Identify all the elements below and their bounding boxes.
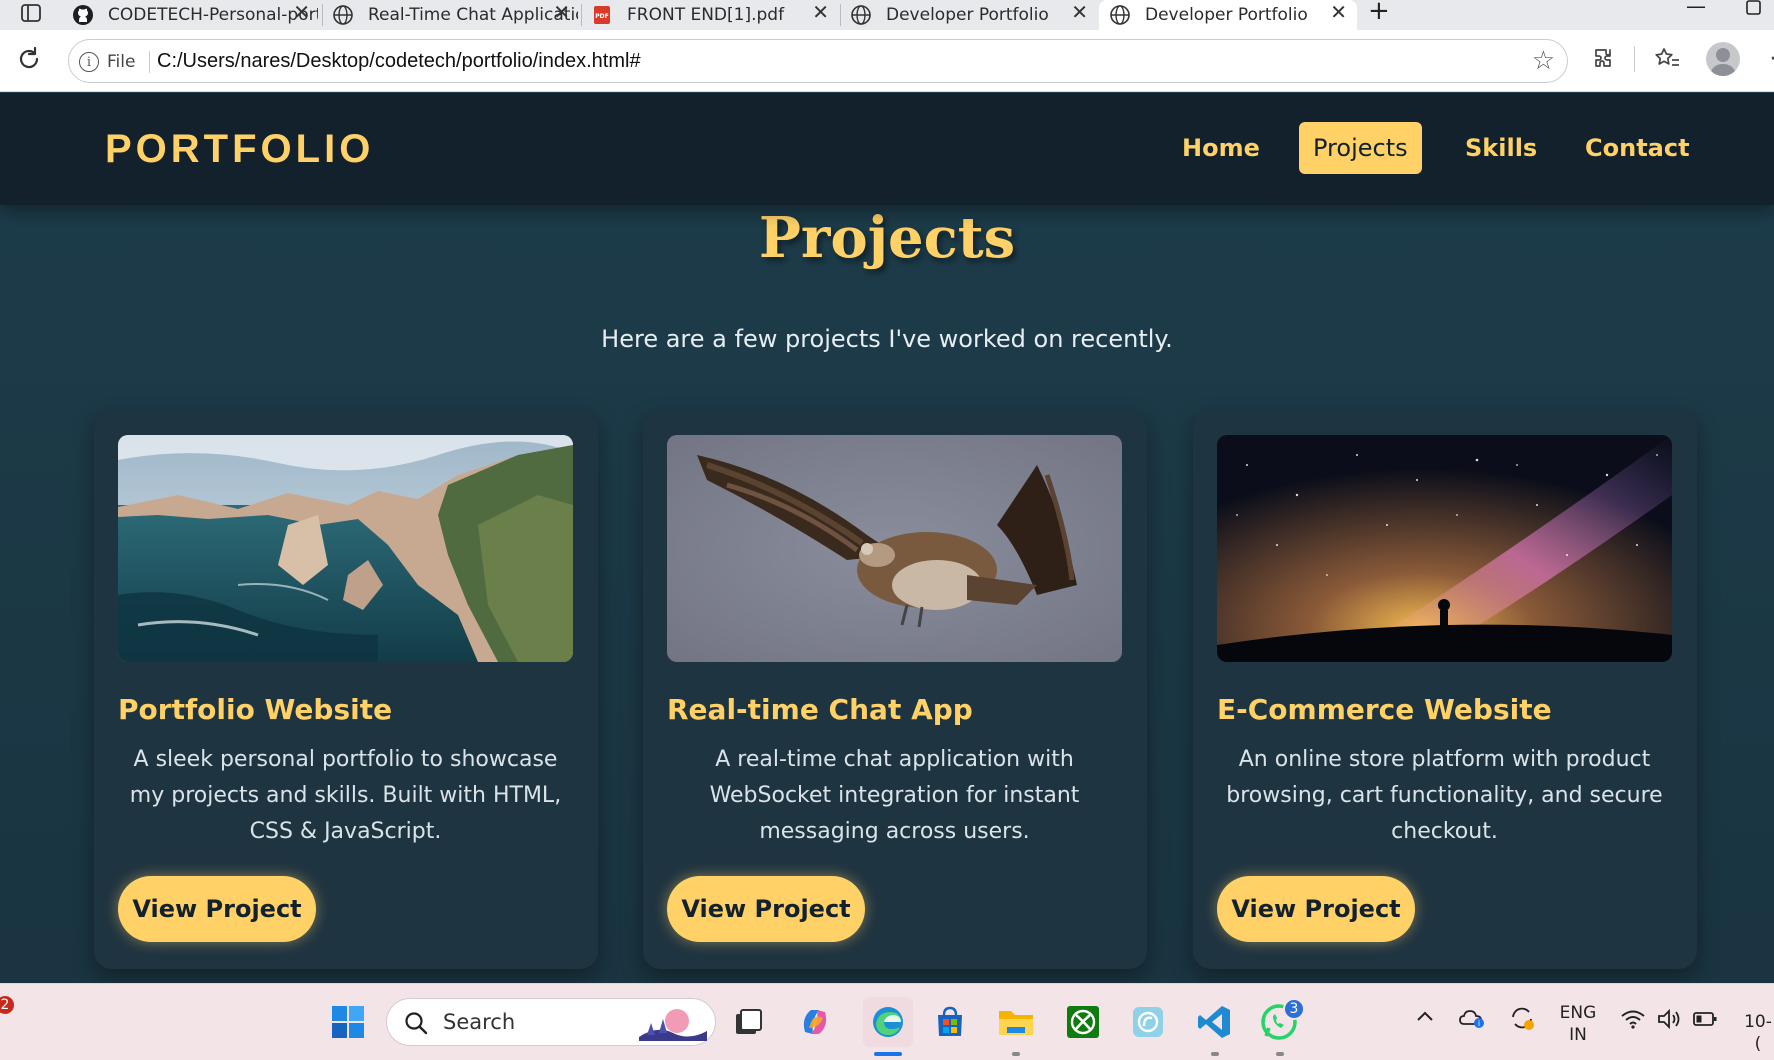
notification-badge[interactable]: 2 — [0, 994, 16, 1016]
maximize-icon[interactable] — [1744, 0, 1764, 23]
file-explorer-icon[interactable] — [996, 1002, 1036, 1042]
reload-icon[interactable] — [14, 44, 44, 74]
close-icon[interactable]: ✕ — [1071, 0, 1088, 24]
windows-taskbar: 2 Search 3 i ENG IN 10-( — [0, 983, 1774, 1060]
portfolio-page: PORTFOLIO Home Projects Skills Contact P… — [0, 93, 1774, 983]
tab-title: Real-Time Chat Application — [368, 5, 578, 25]
tab-developer-portfolio[interactable]: Developer Portfolio ✕ — [840, 0, 1098, 30]
tab-chat-application[interactable]: Real-Time Chat Application ✕ — [322, 0, 580, 30]
search-highlight-illustration — [637, 1005, 709, 1045]
tab-developer-portfolio-active[interactable]: Developer Portfolio ✕ — [1099, 0, 1357, 30]
close-icon[interactable]: ✕ — [1330, 0, 1347, 24]
url-text[interactable]: C:/Users/nares/Desktop/codetech/portfoli… — [157, 50, 641, 73]
info-icon: i — [79, 52, 99, 72]
project-description: An online store platform with product br… — [1226, 747, 1663, 844]
nav-contact[interactable]: Contact — [1571, 122, 1704, 174]
task-view-icon[interactable] — [728, 1002, 768, 1042]
xbox-icon[interactable] — [1063, 1002, 1103, 1042]
globe-icon — [850, 4, 872, 26]
svg-text:i: i — [1478, 1019, 1480, 1028]
view-project-button[interactable]: View Project — [667, 876, 865, 942]
profile-avatar[interactable] — [1706, 42, 1740, 76]
site-logo[interactable]: PORTFOLIO — [105, 127, 374, 172]
tab-title: Developer Portfolio — [886, 5, 1049, 25]
copilot-icon[interactable] — [795, 1002, 835, 1042]
favorite-star-icon[interactable]: ☆ — [1532, 46, 1555, 76]
favorites-icon[interactable] — [1652, 44, 1682, 74]
site-navbar: PORTFOLIO Home Projects Skills Contact — [0, 93, 1774, 205]
pdf-icon: PDF — [591, 4, 613, 26]
tab-title: Developer Portfolio — [1145, 5, 1308, 25]
language-line-2: IN — [1569, 1025, 1587, 1045]
taskbar-search[interactable]: Search — [386, 998, 716, 1046]
minimize-icon[interactable]: — — [1686, 0, 1706, 18]
section-title: Projects — [758, 205, 1016, 271]
section-subtitle: Here are a few projects I've worked on r… — [601, 325, 1173, 353]
github-icon — [72, 4, 94, 26]
more-menu-icon[interactable]: · — [1758, 44, 1774, 74]
close-icon[interactable]: ✕ — [553, 0, 570, 24]
divider — [1634, 46, 1635, 72]
tab-frontend-pdf[interactable]: PDF FRONT END[1].pdf ✕ — [581, 0, 839, 30]
close-icon[interactable]: ✕ — [812, 0, 829, 24]
project-card: E-Commerce Website An online store platf… — [1193, 411, 1697, 969]
edge-browser-icon[interactable] — [863, 997, 913, 1047]
vulture-flying-image — [667, 435, 1122, 662]
project-title: Portfolio Website — [118, 693, 393, 726]
wifi-icon[interactable] — [1620, 1008, 1646, 1034]
battery-icon[interactable] — [1692, 1010, 1718, 1032]
app-open-indicator — [1012, 1052, 1020, 1056]
windows-start-icon[interactable] — [328, 1002, 368, 1042]
onedrive-sync-icon[interactable]: i — [1458, 1006, 1486, 1034]
search-icon — [403, 1010, 429, 1040]
project-description: A real-time chat application with WebSoc… — [709, 747, 1080, 844]
vscode-icon[interactable] — [1194, 1002, 1234, 1042]
nav-skills[interactable]: Skills — [1451, 122, 1551, 174]
close-icon[interactable]: ✕ — [293, 0, 310, 24]
tab-title: CODETECH-Personal-portfolio — [108, 5, 318, 25]
language-line-1: ENG — [1559, 1003, 1597, 1023]
app-open-indicator — [1276, 1052, 1284, 1056]
whatsapp-unread-badge: 3 — [1283, 998, 1305, 1020]
view-project-button[interactable]: View Project — [118, 876, 316, 942]
extensions-icon[interactable] — [1590, 44, 1620, 74]
active-app-indicator — [874, 1052, 902, 1056]
browser-tab-bar: CODETECH-Personal-portfolio ✕ Real-Time … — [0, 0, 1774, 30]
new-tab-icon[interactable]: + — [1368, 0, 1390, 26]
nav-home[interactable]: Home — [1168, 122, 1274, 174]
site-info-button[interactable]: i File — [79, 49, 135, 75]
coastal-cliffs-image — [118, 435, 573, 662]
app-open-indicator — [1211, 1052, 1219, 1056]
project-description: A sleek personal portfolio to showcase m… — [129, 747, 562, 844]
photos-app-icon[interactable] — [1128, 1002, 1168, 1042]
sync-status-icon[interactable] — [1508, 1004, 1536, 1036]
milky-way-night-sky-image — [1217, 435, 1672, 662]
chip-divider — [149, 51, 150, 73]
svg-text:PDF: PDF — [595, 13, 608, 20]
language-indicator[interactable]: ENG IN — [1556, 1002, 1600, 1046]
search-placeholder: Search — [443, 1010, 516, 1034]
view-project-button[interactable]: View Project — [1217, 876, 1415, 942]
clock[interactable]: 10-( — [1742, 1011, 1774, 1055]
globe-icon — [1109, 4, 1131, 26]
nav-projects[interactable]: Projects — [1299, 122, 1422, 174]
project-title: E-Commerce Website — [1217, 693, 1552, 726]
project-title: Real-time Chat App — [667, 693, 973, 726]
sidebar-toggle-icon[interactable] — [20, 2, 42, 24]
globe-icon — [332, 4, 354, 26]
microsoft-store-icon[interactable] — [930, 1002, 970, 1042]
url-field[interactable]: i File C:/Users/nares/Desktop/codetech/p… — [68, 39, 1568, 83]
volume-icon[interactable] — [1656, 1007, 1682, 1035]
tab-title: FRONT END[1].pdf — [627, 5, 785, 25]
browser-address-bar: i File C:/Users/nares/Desktop/codetech/p… — [0, 30, 1774, 92]
project-card: Portfolio Website A sleek personal portf… — [94, 411, 598, 969]
show-hidden-icons-chevron-icon[interactable] — [1414, 1006, 1436, 1032]
tab-codetech-portfolio[interactable]: CODETECH-Personal-portfolio ✕ — [62, 0, 320, 30]
file-label: File — [107, 52, 136, 72]
project-card: Real-time Chat App A real-time chat appl… — [643, 411, 1147, 969]
